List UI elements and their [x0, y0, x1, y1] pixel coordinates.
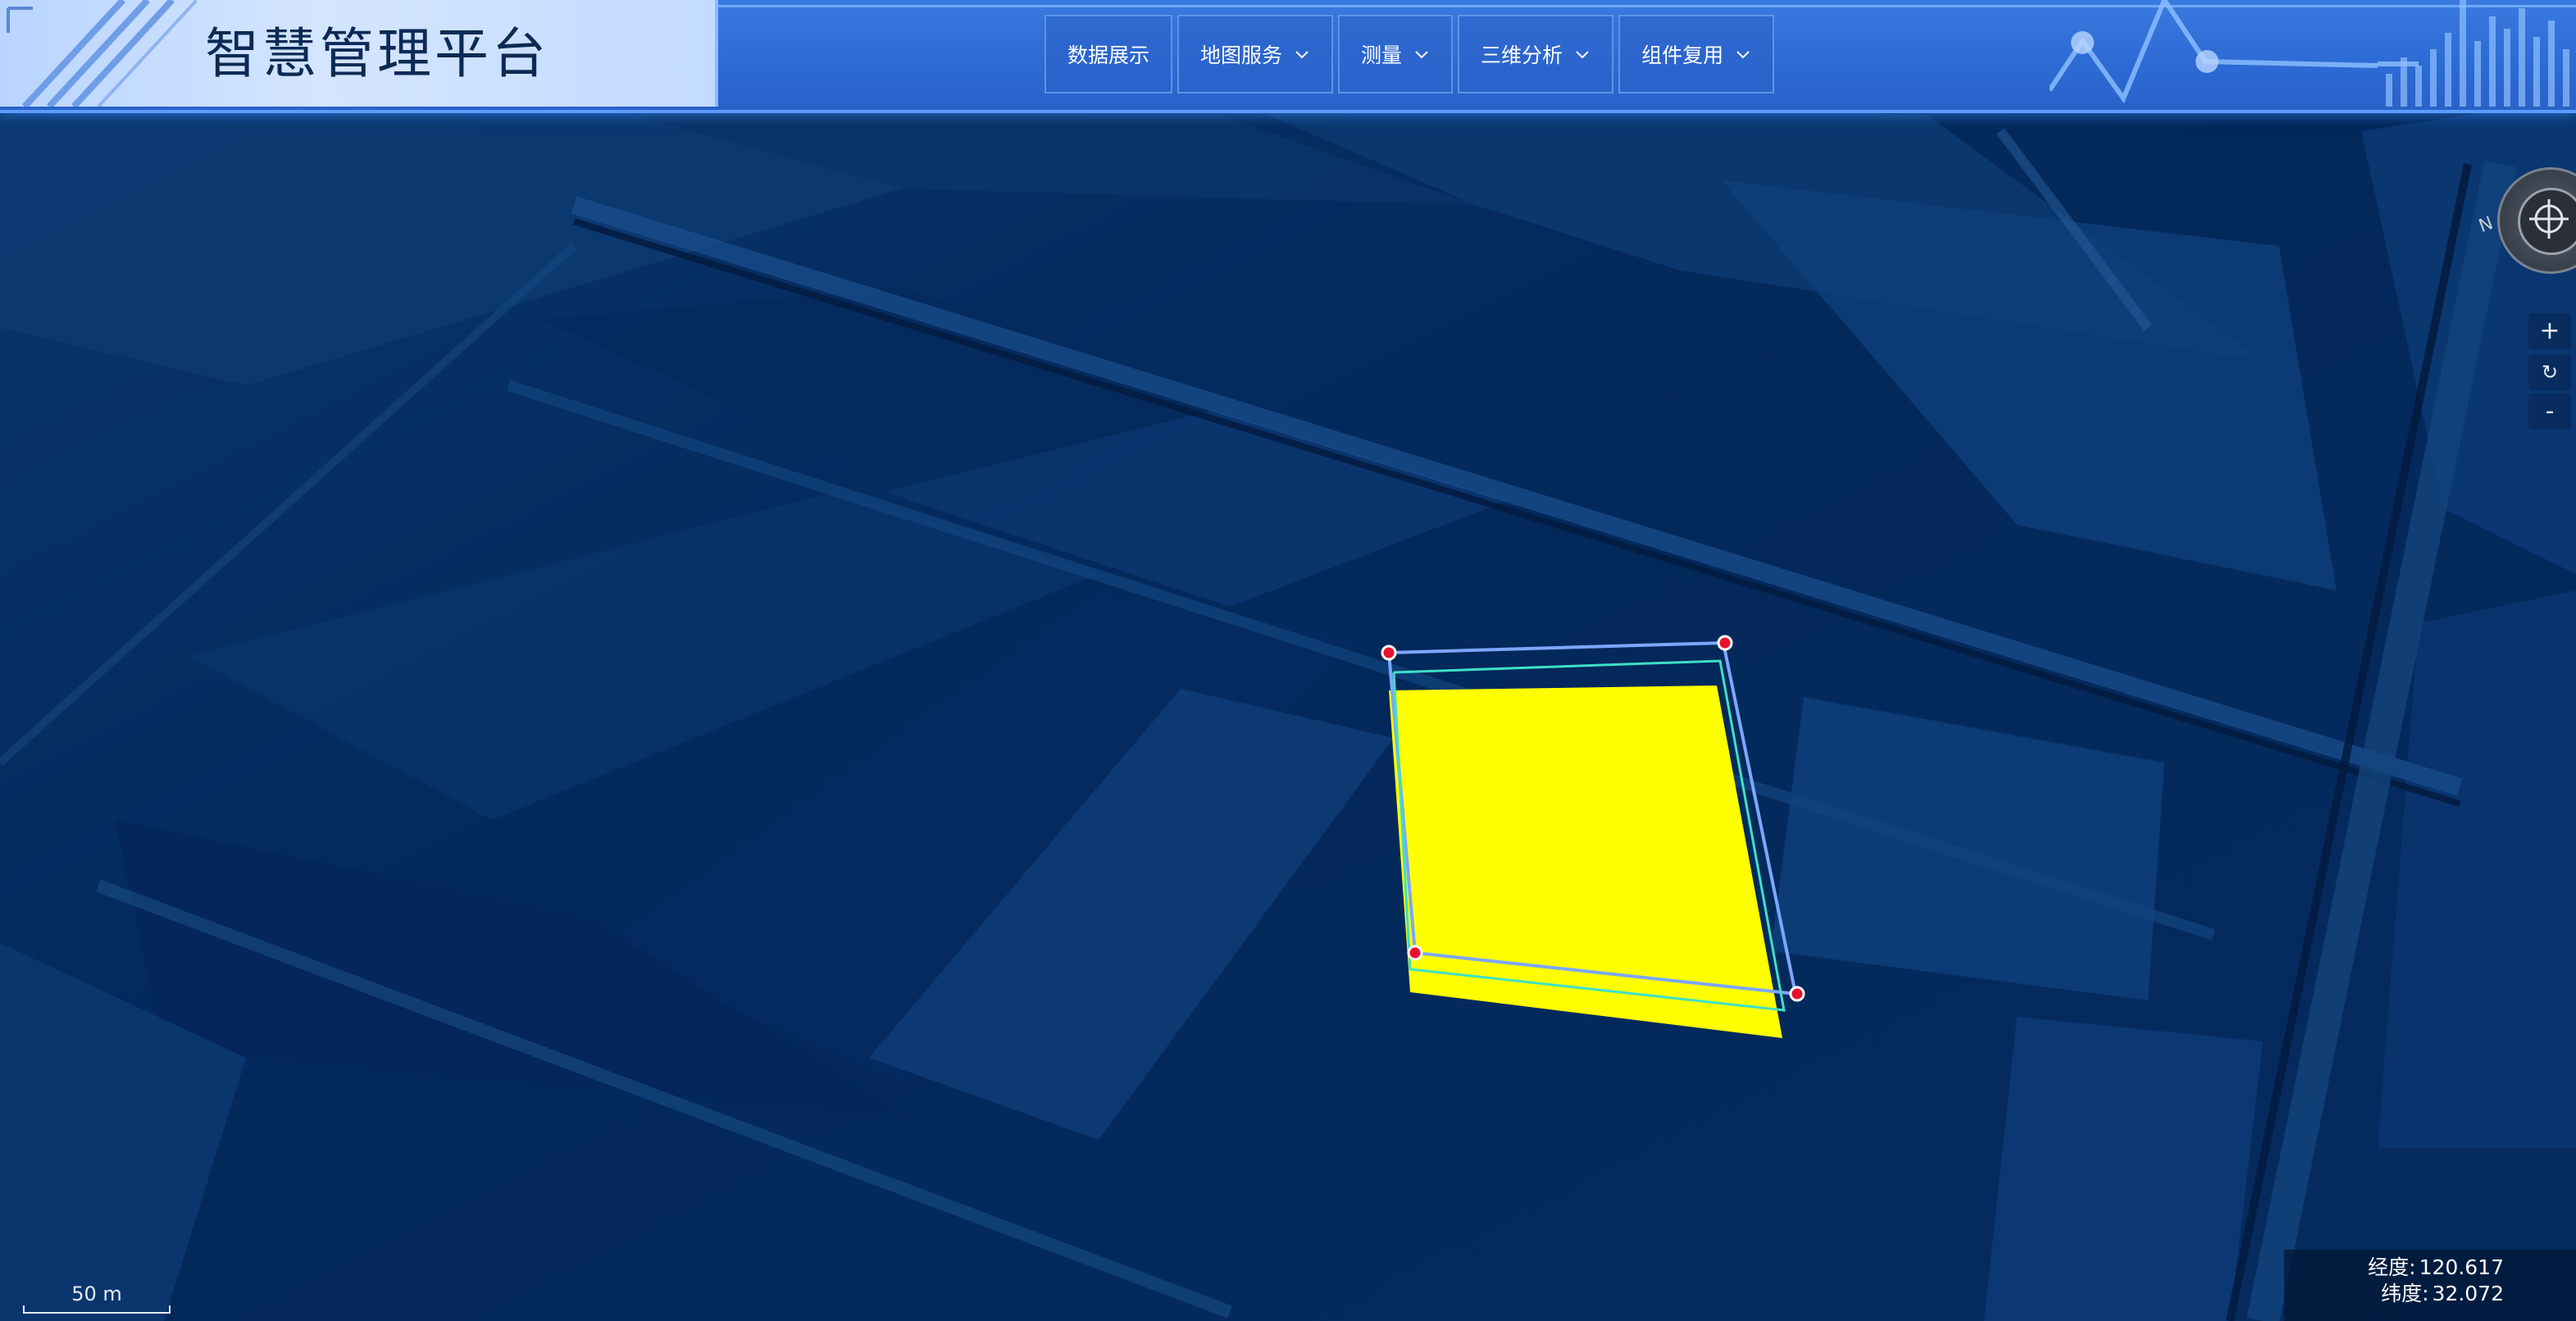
compass-center[interactable]	[2518, 188, 2576, 255]
reset-view-button[interactable]: ↻	[2528, 354, 2571, 390]
nav-data-display[interactable]: 数据展示	[1045, 15, 1173, 93]
nav-label: 组件复用	[1641, 43, 1724, 67]
longitude-label: 经度:	[2368, 1255, 2416, 1279]
latitude-label: 纬度:	[2381, 1282, 2429, 1305]
header-wave-decoration	[2050, 0, 2569, 107]
nav-label: 地图服务	[1200, 43, 1283, 67]
crosshair-icon	[2529, 199, 2569, 239]
chevron-down-icon	[1295, 51, 1308, 59]
title-decoration	[7, 0, 197, 107]
nav-3d-analysis[interactable]: 三维分析	[1458, 15, 1614, 93]
scale-label: 50 m	[71, 1282, 122, 1305]
chevron-down-icon	[1415, 51, 1428, 59]
main-nav: 数据展示 地图服务 测量 三维分析 组件复用	[1045, 15, 1779, 95]
zoom-out-button[interactable]: -	[2528, 394, 2571, 430]
page-title: 智慧管理平台	[205, 22, 549, 85]
nav-component-reuse[interactable]: 组件复用	[1618, 15, 1775, 93]
chevron-down-icon	[1736, 51, 1750, 59]
polygon-vertex[interactable]	[1717, 635, 1733, 651]
nav-map-services[interactable]: 地图服务	[1177, 15, 1334, 93]
scale-bar: 50 m	[23, 1282, 171, 1314]
chevron-down-icon	[1576, 51, 1589, 59]
nav-label: 三维分析	[1481, 43, 1563, 67]
zoom-in-button[interactable]: +	[2528, 313, 2571, 349]
nav-label: 数据展示	[1067, 43, 1150, 67]
polygon-vertex[interactable]	[1381, 645, 1397, 661]
map-view[interactable]	[0, 0, 2576, 1321]
title-panel: 智慧管理平台	[0, 0, 718, 107]
latitude-row: 纬度: 32.072	[2378, 1278, 2504, 1307]
longitude-row: 经度: 120.617	[2364, 1251, 2504, 1281]
nav-label: 测量	[1361, 43, 1403, 67]
coordinates-readout: 经度: 120.617 纬度: 32.072	[2284, 1250, 2576, 1321]
scale-line	[23, 1305, 171, 1314]
top-header: 智慧管理平台 数据展示 地图服务 测量 三维分析 组件复用	[0, 0, 2576, 113]
latitude-value: 32.072	[2432, 1282, 2504, 1305]
longitude-value: 120.617	[2419, 1255, 2504, 1279]
polygon-vertex[interactable]	[1789, 986, 1805, 1002]
nav-measure[interactable]: 测量	[1338, 15, 1454, 93]
polygon-vertex[interactable]	[1407, 945, 1423, 961]
